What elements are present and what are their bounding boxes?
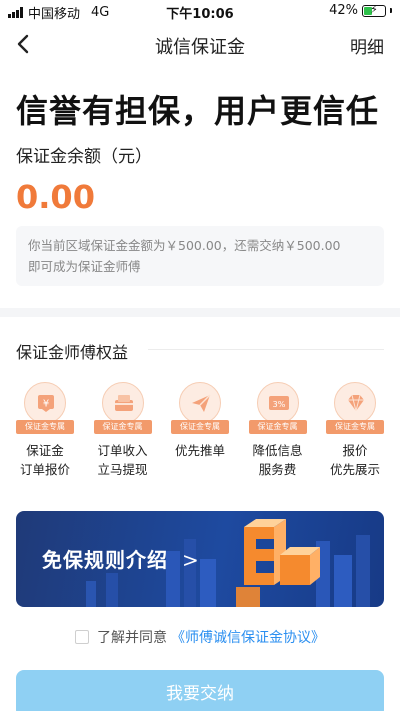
balance-value: 0.00 [16, 178, 95, 216]
yen-card-icon: ¥ 保证金专属 [16, 382, 74, 434]
benefit-label: 降低信息 服务费 [252, 443, 303, 477]
page-title: 诚信保证金 [155, 37, 245, 58]
benefits-title-line [148, 349, 384, 350]
percent-discount-icon: 3% 保证金专属 [248, 382, 307, 434]
benefits-list: ¥ 保证金专属 保证金 订单报价 保证金专属 订单收入 立马提现 保证金专属 优… [8, 382, 392, 479]
battery-icon: ⚡ [362, 3, 386, 17]
battery-tip [390, 8, 392, 13]
nav-bar: 诚信保证金 明细 [0, 22, 400, 66]
percent-badge: 3% [272, 400, 285, 409]
benefits-title: 保证金师傅权益 [16, 343, 129, 362]
benefit-tag: 保证金专属 [16, 420, 74, 434]
benefit-label: 保证金 订单报价 [19, 443, 70, 477]
benefit-withdraw[interactable]: 保证金专属 订单收入 立马提现 [86, 382, 160, 479]
battery-percent: 42% [329, 3, 358, 18]
status-bar-right: 42% ⚡ [329, 3, 392, 18]
benefit-lower-fee[interactable]: 3% 保证金专属 降低信息 服务费 [241, 382, 315, 479]
deposit-notice: 你当前区域保证金金额为￥500.00，还需交纳￥500.00 即可成为保证金师傅 [16, 226, 384, 286]
section-divider [0, 308, 400, 317]
detail-button[interactable]: 明细 [350, 33, 384, 58]
benefit-tag: 保证金专属 [171, 420, 229, 434]
benefit-priority-push[interactable]: 保证金专属 优先推单 [163, 382, 237, 479]
status-bar: 中国移动 4G 下午10:06 42% ⚡ [0, 0, 400, 22]
exemption-rules-banner[interactable]: 免保规则介绍 > [16, 511, 384, 607]
paper-plane-icon: 保证金专属 [171, 382, 229, 434]
banner-title: 免保规则介绍 > [42, 544, 200, 573]
notice-line-1: 你当前区域保证金金额为￥500.00，还需交纳￥500.00 [28, 238, 341, 253]
agreement-checkbox[interactable] [75, 630, 89, 644]
chevron-right-icon: > [181, 548, 200, 572]
agreement-prefix: 了解并同意 [97, 630, 167, 646]
benefit-label: 订单收入 立马提现 [97, 443, 148, 477]
benefit-tag: 保证金专属 [326, 420, 384, 434]
banner-title-text: 免保规则介绍 [42, 548, 168, 572]
diamond-icon: 保证金专属 [326, 382, 384, 434]
agreement-link[interactable]: 《师傅诚信保证金协议》 [171, 627, 325, 647]
benefit-quote[interactable]: ¥ 保证金专属 保证金 订单报价 [8, 382, 82, 479]
benefit-label: 优先推单 [174, 443, 225, 458]
cash-withdraw-icon: 保证金专属 [93, 382, 152, 434]
benefit-tag: 保证金专属 [248, 420, 307, 434]
balance-label: 保证金余额（元） [16, 147, 152, 167]
pay-deposit-button[interactable]: 我要交纳 [16, 670, 384, 711]
benefit-label: 报价 优先展示 [329, 443, 380, 477]
notice-line-2: 即可成为保证金师傅 [28, 259, 141, 274]
svg-text:¥: ¥ [43, 399, 49, 410]
benefit-priority-display[interactable]: 保证金专属 报价 优先展示 [318, 382, 392, 479]
agreement-row: 了解并同意 《师傅诚信保证金协议》 [0, 626, 400, 648]
benefit-tag: 保证金专属 [93, 420, 152, 434]
headline: 信誉有担保，用户更信任 [16, 92, 380, 130]
